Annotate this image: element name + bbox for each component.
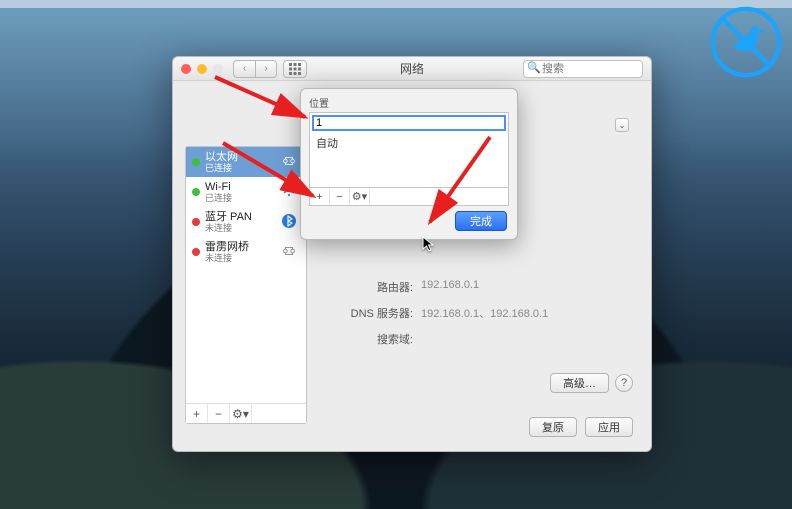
service-menu-button[interactable]: ⚙︎▾ xyxy=(230,404,252,423)
show-all-button[interactable] xyxy=(283,60,307,78)
titlebar: ‹ › 网络 🔍 xyxy=(173,57,651,81)
location-row[interactable]: 自动 xyxy=(310,133,508,153)
router-value: 192.168.0.1 xyxy=(421,279,633,295)
service-status: 未连接 xyxy=(205,253,278,263)
search-input[interactable] xyxy=(523,60,643,78)
sidebar-item-thunderbolt-bridge[interactable]: 雷雳网桥 未连接 xyxy=(186,237,306,267)
search-field-wrap: 🔍 xyxy=(523,59,643,78)
status-dot-icon xyxy=(192,188,200,196)
menu-bar xyxy=(0,0,792,8)
nav-back-forward: ‹ › xyxy=(233,60,277,78)
bottom-buttons: 复原 应用 xyxy=(529,417,633,437)
apply-button[interactable]: 应用 xyxy=(585,417,633,437)
window-controls xyxy=(181,64,223,74)
dns-row: DNS 服务器: 192.168.0.1、192.168.0.1 xyxy=(323,305,633,321)
revert-button[interactable]: 复原 xyxy=(529,417,577,437)
popover-label: 位置 xyxy=(301,89,517,112)
minimize-button[interactable] xyxy=(197,64,207,74)
searchdomain-value xyxy=(421,331,633,347)
location-name-input[interactable] xyxy=(312,115,506,131)
locations-list: 自动 xyxy=(309,112,509,188)
close-button[interactable] xyxy=(181,64,191,74)
status-dot-icon xyxy=(192,218,200,226)
searchdomain-label: 搜索域: xyxy=(323,331,421,347)
back-button[interactable]: ‹ xyxy=(233,60,255,78)
cursor-icon xyxy=(422,236,438,257)
searchdomain-row: 搜索域: xyxy=(323,331,633,347)
router-label: 路由器: xyxy=(323,279,421,295)
service-list-footer: + − ⚙︎▾ xyxy=(186,403,306,423)
locations-popover: 位置 自动 + − ⚙︎▾ 完成 xyxy=(300,88,518,240)
service-list: 以太网 已连接 Wi-Fi 已连接 蓝牙 PAN 未连接 xyxy=(185,146,307,424)
service-name: 雷雳网桥 xyxy=(205,241,278,254)
location-menu-button[interactable]: ⚙︎▾ xyxy=(350,188,370,205)
service-status: 未连接 xyxy=(205,223,278,233)
ethernet-icon xyxy=(278,154,300,171)
forward-button[interactable]: › xyxy=(255,60,277,78)
dns-value: 192.168.0.1、192.168.0.1 xyxy=(421,305,633,321)
watermark-logo xyxy=(710,6,782,78)
service-status: 已连接 xyxy=(205,163,278,173)
router-row: 路由器: 192.168.0.1 xyxy=(323,279,633,295)
status-dropdown-icon[interactable]: ⌄ xyxy=(615,118,629,132)
sidebar-item-ethernet[interactable]: 以太网 已连接 xyxy=(186,147,306,177)
service-status: 已连接 xyxy=(205,193,278,203)
search-icon: 🔍 xyxy=(527,61,541,74)
sidebar-item-bluetooth-pan[interactable]: 蓝牙 PAN 未连接 xyxy=(186,207,306,237)
service-name: Wi-Fi xyxy=(205,181,278,194)
thunderbolt-icon xyxy=(278,244,300,261)
locations-footer: + − ⚙︎▾ xyxy=(309,188,509,206)
bluetooth-icon xyxy=(278,213,300,232)
dns-label: DNS 服务器: xyxy=(323,305,421,321)
help-button[interactable]: ? xyxy=(615,374,633,392)
add-location-button[interactable]: + xyxy=(310,188,330,205)
remove-location-button[interactable]: − xyxy=(330,188,350,205)
advanced-row: 高级… ? xyxy=(550,373,633,393)
service-name: 以太网 xyxy=(205,151,278,164)
status-dot-icon xyxy=(192,248,200,256)
done-button[interactable]: 完成 xyxy=(455,211,507,231)
remove-service-button[interactable]: − xyxy=(208,404,230,423)
add-service-button[interactable]: + xyxy=(186,404,208,423)
service-name: 蓝牙 PAN xyxy=(205,211,278,224)
zoom-button[interactable] xyxy=(213,64,223,74)
status-dot-icon xyxy=(192,158,200,166)
sidebar-item-wifi[interactable]: Wi-Fi 已连接 xyxy=(186,177,306,207)
wifi-icon xyxy=(278,184,300,201)
advanced-button[interactable]: 高级… xyxy=(550,373,609,393)
